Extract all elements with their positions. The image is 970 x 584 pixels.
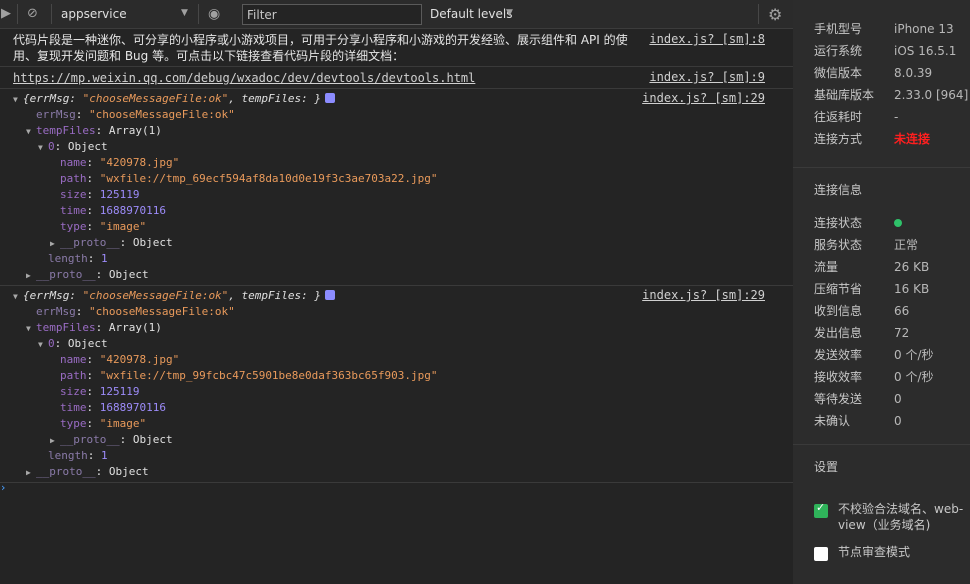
info-row: 等待发送 0 <box>814 392 902 406</box>
info-row: 压缩节省 16 KB <box>814 282 930 296</box>
block-icon[interactable]: ⊘ <box>27 7 38 21</box>
expanded-arrow-icon[interactable]: ▼ <box>38 140 48 156</box>
context-select[interactable]: appservice <box>61 7 127 21</box>
chevron-right-icon[interactable]: › <box>1 481 5 494</box>
object-prop: errMsg: "chooseMessageFile:ok" <box>36 108 235 121</box>
object-prop: name: "420978.jpg" <box>60 156 180 169</box>
info-row: 基础库版本 2.33.0 [964] <box>814 88 969 102</box>
debug-info-panel: 手机型号 iPhone 13 运行系统 iOS 16.5.1 微信版本 8.0.39 … <box>793 0 970 584</box>
divider <box>758 4 759 24</box>
object-prop[interactable]: ▼ 0: Object <box>13 336 793 352</box>
info-row: 发送效率 0 个/秒 <box>814 348 934 362</box>
log-levels-select[interactable]: Default levels <box>430 7 512 21</box>
gear-icon[interactable]: ⚙ <box>768 5 782 24</box>
domain-check-setting[interactable]: ✓ 不校验合法域名、web- view（业务域名) <box>793 501 970 543</box>
info-row: 流量 26 KB <box>814 260 930 274</box>
collapsed-arrow-icon[interactable]: ▶ <box>50 433 60 449</box>
collapsed-arrow-icon[interactable]: ▶ <box>26 268 36 284</box>
object-prop: errMsg: "chooseMessageFile:ok" <box>36 305 235 318</box>
status-badge: 未连接 <box>894 132 931 146</box>
divider <box>198 4 199 24</box>
object-prop[interactable]: ▶ __proto__: Object <box>13 432 793 448</box>
message-text: 代码片段是一种迷你、可分享的小程序或小游戏项目，可用于分享小程序和小游戏的开发经… <box>13 33 628 63</box>
expanded-arrow-icon[interactable]: ▼ <box>13 92 23 108</box>
collapsed-arrow-icon[interactable]: ▶ <box>26 465 36 481</box>
console-message: 代码片段是一种迷你、可分享的小程序或小游戏项目，可用于分享小程序和小游戏的开发经… <box>0 29 793 67</box>
object-prop[interactable]: ▼ tempFiles: Array(1) <box>13 123 793 139</box>
object-summary[interactable]: ▼ {errMsg: "chooseMessageFile:ok", tempFi… <box>13 288 793 304</box>
chevron-down-icon[interactable]: ▼ <box>506 8 513 18</box>
status-dot-icon <box>894 219 902 227</box>
info-row: 收到信息 66 <box>814 304 910 318</box>
section-title: 设置 <box>814 460 839 474</box>
source-link[interactable]: index.js? [sm]:9 <box>649 70 765 84</box>
object-prop: path: "wxfile://tmp_99fcbc47c5901be8e0da… <box>60 369 438 382</box>
object-prop: name: "420978.jpg" <box>60 353 180 366</box>
domain-check-checkbox[interactable]: ✓ <box>814 501 828 518</box>
object-prop[interactable]: ▶ __proto__: Object <box>13 235 793 251</box>
object-prop[interactable]: ▶ __proto__: Object <box>13 464 793 480</box>
info-row: 接收效率 0 个/秒 <box>814 370 934 384</box>
info-row: 未确认 0 <box>814 414 902 428</box>
object-prop: length: 1 <box>48 252 108 265</box>
object-prop: path: "wxfile://tmp_69ecf594af8da10d0e19… <box>60 172 438 185</box>
object-prop: size: 125119 <box>60 188 140 201</box>
expanded-arrow-icon[interactable]: ▼ <box>13 289 23 305</box>
object-prop: time: 1688970116 <box>60 204 166 217</box>
info-icon <box>325 290 336 300</box>
console-message: https://mp.weixin.qq.com/debug/wxadoc/de… <box>0 67 793 89</box>
console-panel: ▶ ⊘ appservice ▼ ◉ Default levels ▼ ⚙ 代码… <box>0 0 793 584</box>
info-row: 连接状态 <box>793 212 970 234</box>
info-row: 手机型号 iPhone 13 <box>814 22 954 36</box>
object-prop: size: 125119 <box>60 385 140 398</box>
collapsed-arrow-icon[interactable]: ▶ <box>50 236 60 252</box>
device-info-section: 手机型号 iPhone 13 运行系统 iOS 16.5.1 微信版本 8.0.39 … <box>793 0 970 168</box>
expanded-arrow-icon[interactable]: ▼ <box>38 337 48 353</box>
expanded-arrow-icon[interactable]: ▼ <box>26 124 36 140</box>
node-review-checkbox[interactable] <box>814 547 828 561</box>
object-prop[interactable]: ▶ __proto__: Object <box>13 267 793 283</box>
object-prop[interactable]: ▼ tempFiles: Array(1) <box>13 320 793 336</box>
divider <box>51 4 52 24</box>
info-icon <box>325 93 336 103</box>
filter-input[interactable] <box>242 4 422 25</box>
info-row: 微信版本 8.0.39 <box>814 66 933 80</box>
source-link[interactable]: index.js? [sm]:8 <box>649 32 765 46</box>
console-object: index.js? [sm]:29 ▼ {errMsg: "chooseMessa… <box>0 89 793 286</box>
info-row: 运行系统 iOS 16.5.1 <box>814 44 957 58</box>
checkmark-icon: ✓ <box>816 501 826 514</box>
node-review-setting[interactable]: 节点审查模式 <box>793 543 970 569</box>
console-object: index.js? [sm]:29 ▼ {errMsg: "chooseMessa… <box>0 286 793 483</box>
info-row: 发出信息 72 <box>814 326 910 340</box>
object-prop: length: 1 <box>48 449 108 462</box>
info-row: 服务状态 正常 <box>814 238 919 252</box>
chevron-down-icon[interactable]: ▼ <box>181 8 188 18</box>
eye-icon[interactable]: ◉ <box>208 7 220 21</box>
play-square-icon[interactable]: ▶ <box>1 7 11 21</box>
console-toolbar: ▶ ⊘ appservice ▼ ◉ Default levels ▼ ⚙ <box>0 0 793 29</box>
settings-section: 设置 ✓ 不校验合法域名、web- view（业务域名) 节点审查模式 <box>793 445 970 569</box>
section-title: 连接信息 <box>814 183 863 197</box>
object-summary[interactable]: ▼ {errMsg: "chooseMessageFile:ok", tempFi… <box>13 91 793 107</box>
object-prop: time: 1688970116 <box>60 401 166 414</box>
connection-info-section: 连接信息 连接状态 服务状态 正常 流量 26 KB 压缩节省 16 KB 收到信息 6… <box>793 168 970 445</box>
object-prop: type: "image" <box>60 220 147 233</box>
expanded-arrow-icon[interactable]: ▼ <box>26 321 36 337</box>
docs-url-link[interactable]: https://mp.weixin.qq.com/debug/wxadoc/de… <box>13 71 475 85</box>
info-row: 连接方式 未连接 <box>793 128 970 150</box>
object-prop: type: "image" <box>60 417 147 430</box>
divider <box>17 4 18 24</box>
object-prop[interactable]: ▼ 0: Object <box>13 139 793 155</box>
info-row: 往返耗时 - <box>814 110 899 124</box>
